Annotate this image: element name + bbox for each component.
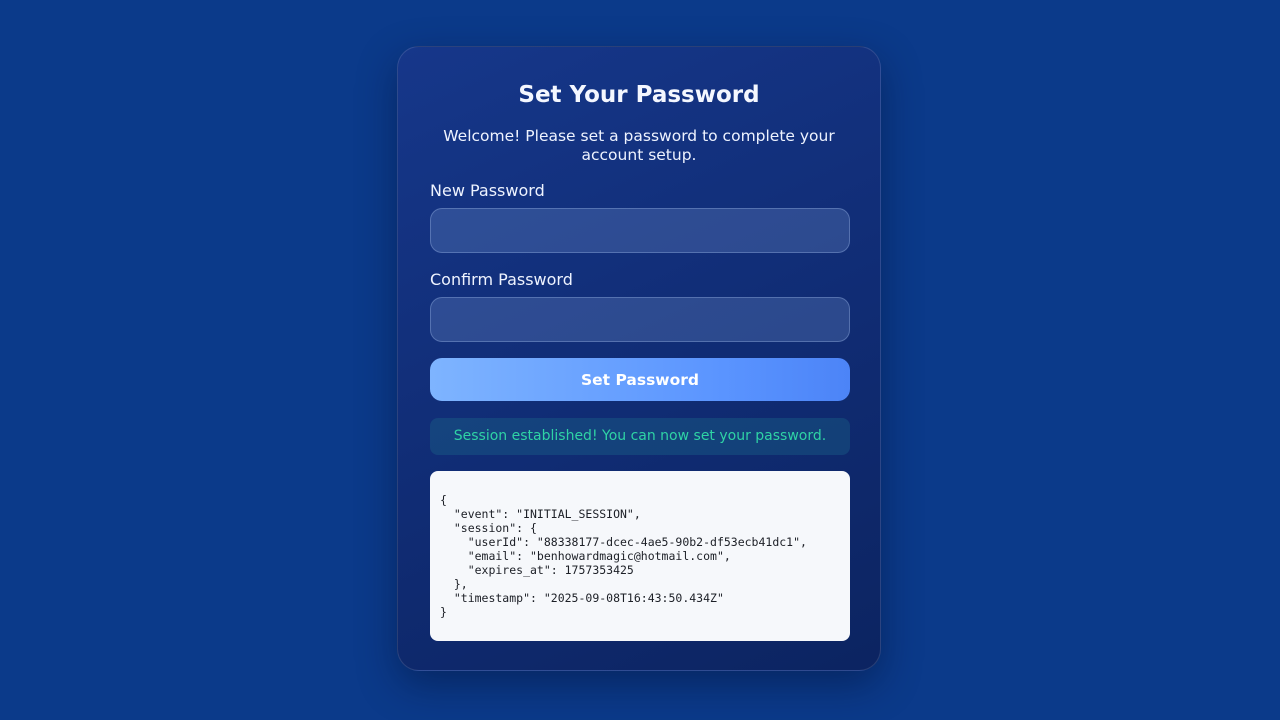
new-password-input[interactable] [430, 208, 850, 253]
page-title: Set Your Password [518, 82, 760, 108]
set-password-button[interactable]: Set Password [430, 358, 850, 401]
new-password-label: New Password [430, 181, 545, 200]
password-setup-card: Set Your Password Welcome! Please set a … [397, 46, 881, 671]
status-message: Session established! You can now set you… [430, 418, 850, 455]
session-debug-output: { "event": "INITIAL_SESSION", "session":… [430, 471, 850, 641]
confirm-password-input[interactable] [430, 297, 850, 342]
confirm-password-label: Confirm Password [430, 270, 573, 289]
welcome-message: Welcome! Please set a password to comple… [443, 127, 835, 164]
